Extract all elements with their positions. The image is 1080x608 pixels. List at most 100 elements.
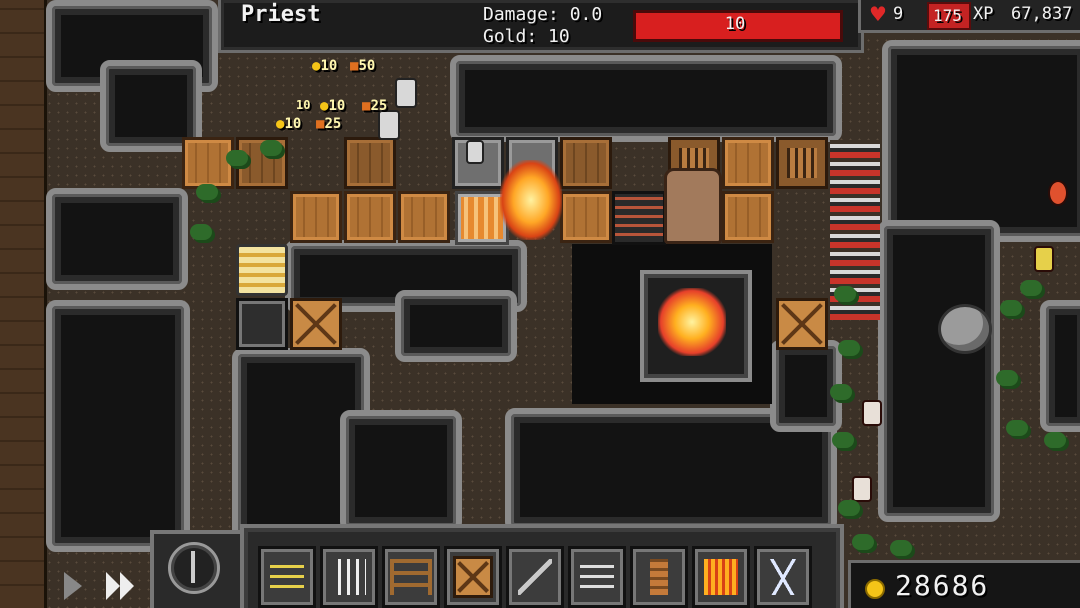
rock-mass [878, 220, 1000, 522]
ogre-monster [664, 168, 722, 244]
fast-forward-icon [120, 572, 134, 600]
spring-trap[interactable] [612, 191, 666, 245]
fire-icon [658, 288, 726, 356]
barricade-icon [453, 556, 493, 598]
fast-forward-button[interactable] [106, 572, 142, 602]
toolbar-slot-lever-trap[interactable] [506, 546, 564, 608]
lever-trap-icon [518, 559, 552, 595]
toolbar-slot-spike-trap[interactable] [320, 546, 378, 608]
gear-trap[interactable] [560, 137, 612, 189]
toolbar-slot-fire-trap[interactable] [692, 546, 750, 608]
floating-gold-text: ●10 [276, 116, 302, 132]
moss-patch [838, 340, 860, 356]
moss-patch [834, 286, 856, 302]
toolbar-slot-arrow-trap[interactable] [258, 546, 316, 608]
toolbar-slot-dart-trap[interactable] [568, 546, 626, 608]
lightning-trap-icon [766, 559, 800, 595]
moss-patch [1020, 280, 1042, 296]
wood-block[interactable] [560, 191, 612, 243]
barricade-crate[interactable] [776, 298, 828, 350]
floating-xp-text: ■25 [362, 98, 388, 114]
gold-amount: 28686 [895, 569, 990, 602]
floating-gold-text: ●10 [312, 58, 338, 74]
golden-wall[interactable] [236, 244, 288, 296]
xp-value: 67,837 [1011, 4, 1073, 24]
toolbar-slot-barricade[interactable] [444, 546, 502, 608]
skeleton-enemy [466, 140, 484, 164]
skeleton-enemy [378, 110, 400, 140]
barricade-crate[interactable] [290, 298, 342, 350]
lives-count: 9 [893, 4, 904, 24]
xp-label: XP [973, 4, 994, 24]
floating-xp-text: ■25 [316, 116, 342, 132]
moss-patch [1006, 420, 1028, 436]
wood-block[interactable] [290, 191, 342, 243]
player-stats-bar: ♥ 9 175 XP 67,837 [858, 0, 1080, 33]
coin-icon [865, 579, 885, 599]
moss-patch [226, 150, 248, 166]
moss-patch [260, 140, 282, 156]
toolbar-slot-ladder-trap[interactable] [382, 546, 440, 608]
skeleton-enemy [395, 78, 417, 108]
moss-patch [830, 384, 852, 400]
level-value: 175 [933, 6, 962, 25]
goblin-enemy [862, 400, 882, 426]
target-health-bar: 10 [633, 10, 843, 42]
wood-block[interactable] [398, 191, 450, 243]
wood-door[interactable] [722, 137, 774, 189]
rock-mass [46, 300, 190, 552]
moss-patch [996, 370, 1018, 386]
wood-block[interactable] [344, 137, 396, 189]
gold-counter: 28686 [848, 560, 1080, 608]
game-viewport[interactable]: ●10 ■50 ●10 ■25 ●10 ■25 10 Priest Damage… [0, 0, 1080, 608]
ice-trap[interactable] [236, 298, 288, 350]
toolbar-slot-totem-trap[interactable] [630, 546, 688, 608]
arrow-trap-icon [270, 559, 304, 595]
moss-patch [1000, 300, 1022, 316]
speed-controls [150, 530, 246, 608]
compass-needle-icon [191, 551, 195, 583]
floating-gold-text: ●10 [320, 98, 346, 114]
target-health-value: 10 [724, 14, 746, 34]
wood-block[interactable] [344, 191, 396, 243]
floating-gold-text: ■50 [350, 58, 376, 74]
heart-icon: ♥ [869, 2, 887, 26]
target-damage: Damage: 0.0 [483, 4, 603, 25]
toolbar-slot-lightning-trap[interactable] [754, 546, 812, 608]
rock-mass [340, 410, 462, 532]
left-wall-pillar [0, 0, 47, 608]
moss-patch [190, 224, 212, 240]
moss-patch [832, 432, 854, 448]
totem-trap-icon [650, 559, 668, 595]
grate-block[interactable] [776, 137, 828, 189]
goblin-enemy [1034, 246, 1054, 272]
rock-mass [450, 55, 842, 142]
moss-patch [196, 184, 218, 200]
explosion-effect [500, 160, 562, 240]
goblin-enemy [1048, 180, 1068, 206]
level-badge: 175 [927, 2, 971, 30]
goblin-enemy [852, 476, 872, 502]
dart-trap-icon [580, 559, 614, 595]
moss-patch [890, 540, 912, 556]
moss-patch [852, 534, 874, 550]
boulder [938, 304, 992, 354]
spike-trap-icon [332, 559, 366, 595]
rock-mass [1040, 300, 1080, 432]
rock-mass [882, 40, 1080, 242]
fire-trap-icon [704, 559, 738, 595]
floating-gold-text: 10 [296, 98, 311, 112]
wood-block[interactable] [182, 137, 234, 189]
moss-patch [838, 500, 860, 516]
ladder-trap-icon [390, 559, 432, 595]
fire-brazier-trap[interactable] [640, 270, 752, 382]
target-name: Priest [241, 2, 321, 27]
trap-toolbar [240, 524, 844, 608]
compass-button[interactable] [168, 542, 220, 594]
wood-block[interactable] [722, 191, 774, 243]
play-button[interactable] [64, 572, 82, 600]
fast-forward-icon [106, 572, 120, 600]
rock-mass [46, 188, 188, 290]
moss-patch [1044, 432, 1066, 448]
target-gold: Gold: 10 [483, 26, 570, 47]
